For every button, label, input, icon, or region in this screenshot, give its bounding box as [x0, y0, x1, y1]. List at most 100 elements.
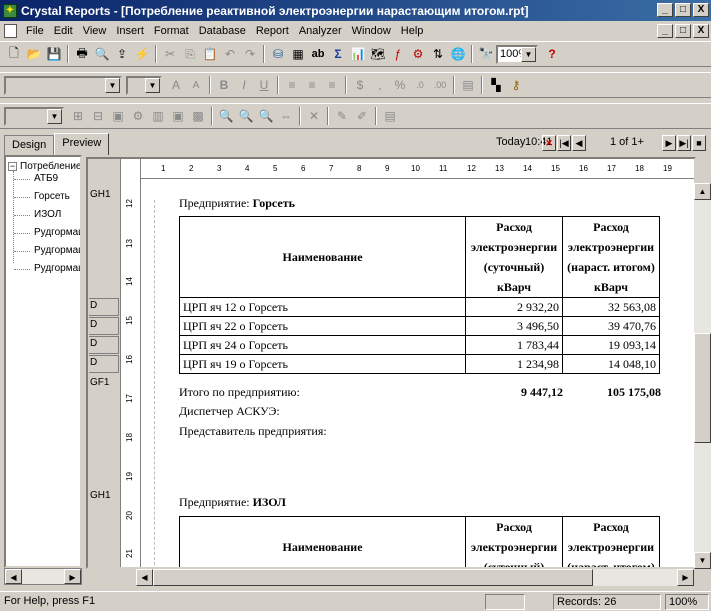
menu-analyzer[interactable]: Analyzer	[294, 25, 347, 37]
stop-icon[interactable]: ✕	[542, 135, 556, 151]
section-icon[interactable]: ⊟	[88, 106, 108, 126]
table-row[interactable]: ЦРП яч 12 о Горсеть 2 932,20 32 563,08	[178, 297, 660, 317]
redo-icon[interactable]: ↷	[240, 44, 260, 64]
menu-edit[interactable]: Edit	[49, 25, 78, 37]
new-icon[interactable]: 🗋	[4, 44, 24, 64]
zoom-fit-icon[interactable]: 🔍	[256, 106, 276, 126]
previous-page-icon[interactable]: ◀	[572, 135, 586, 151]
percent-icon[interactable]: %	[390, 75, 410, 95]
document-icon[interactable]	[4, 24, 17, 38]
minimize-button[interactable]: _	[657, 3, 673, 17]
text-object-icon[interactable]: ab	[308, 44, 328, 64]
table-icon[interactable]: ▦	[288, 44, 308, 64]
cut-icon[interactable]: ✂	[160, 44, 180, 64]
picture-icon[interactable]: ▩	[188, 106, 208, 126]
sort-icon[interactable]: ⇅	[428, 44, 448, 64]
menu-insert[interactable]: Insert	[111, 25, 149, 37]
align-left-icon[interactable]: ≡	[282, 75, 302, 95]
tree-item[interactable]: Рудгормащ	[34, 263, 80, 274]
horizontal-scroll-thumb[interactable]	[153, 569, 593, 586]
vertical-scrollbar[interactable]: ▲ ▼	[694, 183, 711, 569]
menu-view[interactable]: View	[78, 25, 112, 37]
bold-icon[interactable]: B	[214, 75, 234, 95]
align-right-icon[interactable]: ≡	[322, 75, 342, 95]
last-page-icon[interactable]: ▶|	[677, 135, 691, 151]
collapse-icon[interactable]: −	[8, 162, 17, 171]
vertical-scroll-thumb[interactable]	[694, 333, 711, 443]
paste-icon[interactable]: 📋	[200, 44, 220, 64]
resize-icon[interactable]: ⇔	[276, 106, 296, 126]
help-icon[interactable]: ?	[542, 44, 562, 64]
underline-icon[interactable]: U	[254, 75, 274, 95]
zoom-combo[interactable]: 100% ▼	[496, 44, 538, 64]
currency-icon[interactable]: $	[350, 75, 370, 95]
chevron-down-icon[interactable]: ▼	[145, 77, 160, 93]
chevron-down-icon[interactable]: ▼	[47, 108, 62, 124]
zoom-out-icon[interactable]: 🔍	[236, 106, 256, 126]
align-center-icon[interactable]: ≡	[302, 75, 322, 95]
select-expert-icon[interactable]: ⚙	[408, 44, 428, 64]
mdi-restore-button[interactable]: □	[675, 24, 691, 38]
subreport-icon[interactable]: ▣	[108, 106, 128, 126]
first-page-icon[interactable]: |◀	[557, 135, 571, 151]
scroll-left-icon[interactable]: ◀	[5, 569, 22, 584]
scroll-right-icon[interactable]: ▶	[64, 569, 81, 584]
refresh-icon[interactable]: ⚡	[132, 44, 152, 64]
scroll-right-icon[interactable]: ▶	[677, 569, 694, 586]
print-preview-icon[interactable]: 🔍	[92, 44, 112, 64]
open-icon[interactable]: 📂	[24, 44, 44, 64]
title-bar[interactable]: ✦ Crystal Reports - [Потребление реактив…	[0, 0, 711, 21]
italic-icon[interactable]: I	[234, 75, 254, 95]
increase-font-icon[interactable]: A	[166, 75, 186, 95]
copy-icon[interactable]: ⎘	[180, 44, 200, 64]
tree-item[interactable]: Рудгормащ	[34, 245, 80, 256]
table-row[interactable]: ЦРП яч 24 о Горсеть 1 783,44 19 093,14	[178, 335, 660, 355]
group-tree[interactable]: − Потребление р АТБ9 Горсеть ИЗОЛ Рудгор…	[4, 155, 82, 568]
close-view-icon[interactable]: ■	[692, 135, 706, 151]
tree-item[interactable]: Горсеть	[34, 191, 70, 202]
tree-root[interactable]: − Потребление р	[8, 161, 80, 172]
menu-database[interactable]: Database	[194, 25, 251, 37]
scroll-up-icon[interactable]: ▲	[694, 183, 711, 200]
horizontal-scrollbar[interactable]: ◀ ▶	[136, 569, 694, 586]
menu-format[interactable]: Format	[149, 25, 194, 37]
font-size-combo[interactable]: ▼	[126, 75, 162, 95]
find-icon[interactable]: 🔭	[476, 44, 496, 64]
decrease-font-icon[interactable]: A	[186, 75, 206, 95]
chevron-down-icon[interactable]: ▼	[521, 46, 536, 62]
table-row[interactable]: ЦРП яч 19 о Горсеть 1 234,98 14 048,10	[178, 354, 660, 374]
save-icon[interactable]: 💾	[44, 44, 64, 64]
mdi-minimize-button[interactable]: _	[657, 24, 673, 38]
maximize-button[interactable]: □	[675, 3, 691, 17]
add-decimal-icon[interactable]: .0	[410, 75, 430, 95]
map-icon[interactable]: 🗺	[368, 44, 388, 64]
box-icon[interactable]: ▣	[168, 106, 188, 126]
globe-icon[interactable]: 🌐	[448, 44, 468, 64]
scroll-left-icon[interactable]: ◀	[136, 569, 153, 586]
menu-report[interactable]: Report	[251, 25, 294, 37]
table-row[interactable]: ЦРП яч 22 о Горсеть 3 496,50 39 470,76	[178, 316, 660, 336]
next-page-icon[interactable]: ▶	[662, 135, 676, 151]
tree-item[interactable]: Рудгормащ	[34, 227, 80, 238]
chevron-down-icon[interactable]: ▼	[105, 77, 120, 93]
menu-help[interactable]: Help	[396, 25, 429, 37]
tree-item[interactable]: ИЗОЛ	[34, 209, 61, 220]
font-name-combo[interactable]: ▼	[4, 75, 122, 95]
report-explorer-icon[interactable]: ▤	[380, 106, 400, 126]
border-icon[interactable]: ▤	[458, 75, 478, 95]
line-icon[interactable]: ▥	[148, 106, 168, 126]
field-explorer-icon[interactable]: ▚	[486, 75, 506, 95]
formula-icon[interactable]: ƒ	[388, 44, 408, 64]
highlight-icon[interactable]: ✎	[332, 106, 352, 126]
print-icon[interactable]: 🖶	[72, 44, 92, 64]
group-icon[interactable]: ⊞	[68, 106, 88, 126]
zoom-in-icon[interactable]: 🔍	[216, 106, 236, 126]
tab-design[interactable]: Design	[4, 135, 55, 155]
undo-icon[interactable]: ↶	[220, 44, 240, 64]
delete-icon[interactable]: ✕	[304, 106, 324, 126]
database-icon[interactable]: ⛁	[268, 44, 288, 64]
menu-file[interactable]: File	[21, 25, 49, 37]
export-icon[interactable]: ⇪	[112, 44, 132, 64]
mdi-close-button[interactable]: X	[693, 24, 709, 38]
report-preview[interactable]: GH1 D D D D GF1 GH1 12 13 14 15 16 17 18…	[86, 157, 696, 569]
